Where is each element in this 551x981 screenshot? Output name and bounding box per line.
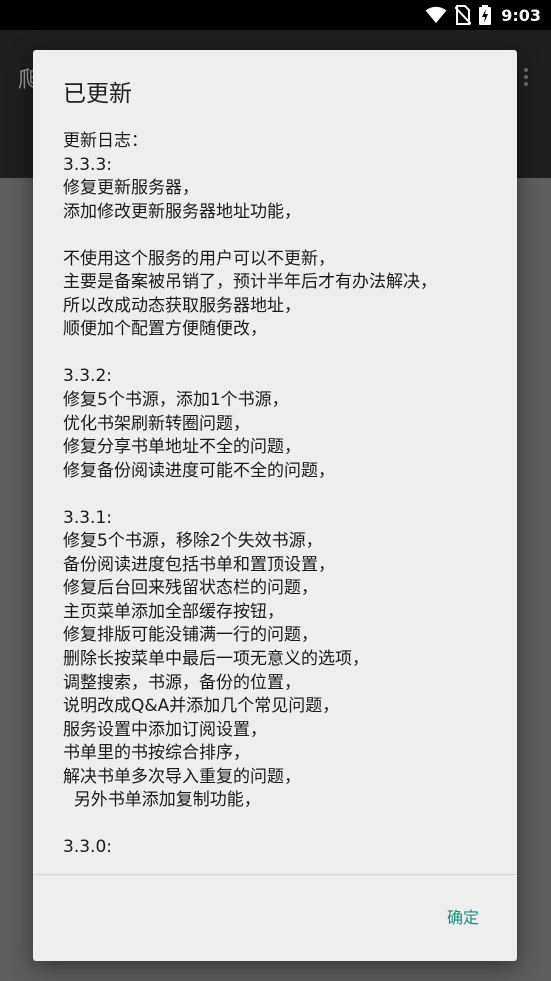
status-bar: 9:03 — [0, 0, 551, 30]
dialog-scroll-content[interactable]: 更新日志： 3.3.3: 修复更新服务器， 添加修改更新服务器地址功能， 不使用… — [63, 130, 503, 873]
no-sim-icon — [455, 5, 472, 25]
overflow-menu-icon[interactable] — [523, 68, 529, 88]
dialog-title: 已更新 — [63, 81, 132, 107]
status-icons: 9:03 — [425, 0, 541, 30]
battery-charging-icon — [479, 5, 492, 25]
dialog-divider — [33, 874, 517, 875]
wifi-icon — [425, 6, 447, 23]
confirm-button[interactable]: 确定 — [433, 900, 493, 936]
update-dialog: 已更新 更新日志： 3.3.3: 修复更新服务器， 添加修改更新服务器地址功能，… — [33, 50, 517, 961]
status-time: 9:03 — [501, 5, 541, 25]
changelog-text: 更新日志： 3.3.3: 修复更新服务器， 添加修改更新服务器地址功能， 不使用… — [63, 131, 437, 858]
